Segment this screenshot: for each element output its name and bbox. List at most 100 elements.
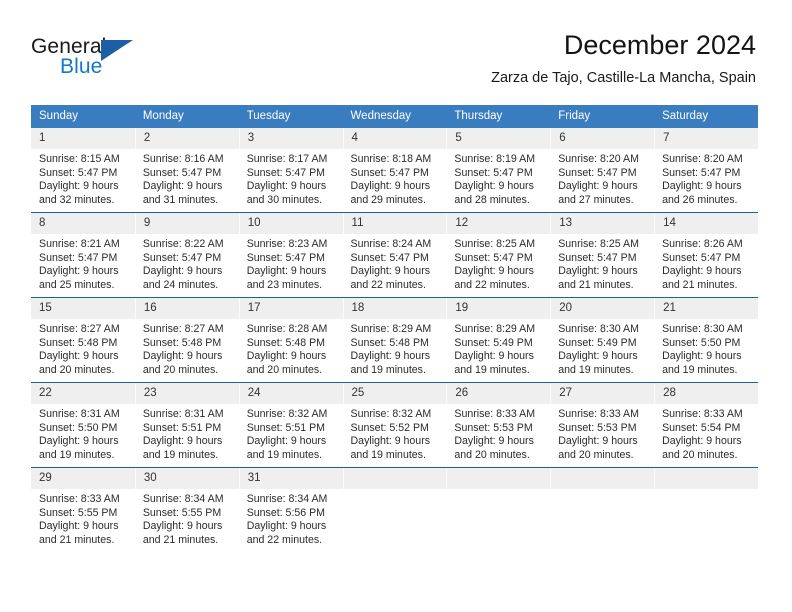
day-cell[interactable]: 13 Sunrise: 8:25 AM Sunset: 5:47 PM Dayligh… (550, 212, 655, 298)
week-row: 1 Sunrise: 8:15 AM Sunset: 5:47 PM Daylight… (31, 128, 758, 213)
sunset-text: Sunset: 5:47 PM (662, 251, 741, 264)
logo-text-blue: Blue (60, 55, 103, 78)
day-number: 18 (342, 298, 447, 319)
day-number: 6 (550, 128, 655, 149)
day-details: Sunrise: 8:22 AM Sunset: 5:47 PM Daylight:… (135, 234, 239, 292)
daylight-text-line1: Daylight: 9 hours (662, 435, 742, 448)
sunset-text: Sunset: 5:49 PM (558, 336, 637, 349)
page-title: December 2024 (563, 30, 756, 60)
sunset-text: Sunset: 5:47 PM (246, 251, 326, 264)
daylight-text-line1: Daylight: 9 hours (662, 180, 742, 193)
sunset-text: Sunset: 5:47 PM (454, 166, 533, 179)
page-header: General Blue December 2024 Zarza de Tajo… (0, 0, 792, 104)
day-cell[interactable]: 16 Sunrise: 8:27 AM Sunset: 5:48 PM Dayligh… (134, 297, 239, 383)
day-number: 8 (31, 213, 135, 234)
day-cell[interactable]: 17 Sunrise: 8:28 AM Sunset: 5:48 PM Dayligh… (238, 297, 343, 383)
daylight-text-line2: and 21 minutes. (39, 533, 115, 546)
day-cell[interactable]: 29 Sunrise: 8:33 AM Sunset: 5:55 PM Dayligh… (31, 467, 135, 552)
day-cell[interactable]: 12 Sunrise: 8:25 AM Sunset: 5:47 PM Dayligh… (446, 212, 551, 298)
day-details: Sunrise: 8:31 AM Sunset: 5:51 PM Daylight:… (135, 404, 239, 462)
day-cell[interactable]: 30 Sunrise: 8:34 AM Sunset: 5:55 PM Dayligh… (134, 467, 239, 552)
day-details: Sunrise: 8:27 AM Sunset: 5:48 PM Daylight:… (31, 319, 135, 377)
day-number: 7 (654, 128, 758, 149)
day-cell[interactable]: 19 Sunrise: 8:29 AM Sunset: 5:49 PM Dayligh… (446, 297, 551, 383)
day-cell[interactable]: 28 Sunrise: 8:33 AM Sunset: 5:54 PM Dayligh… (654, 382, 758, 468)
day-cell[interactable]: 27 Sunrise: 8:33 AM Sunset: 5:53 PM Dayligh… (550, 382, 655, 468)
week-row: 29 Sunrise: 8:33 AM Sunset: 5:55 PM Dayligh… (31, 467, 758, 552)
day-number: 23 (134, 383, 239, 404)
sunrise-text: Sunrise: 8:27 AM (39, 323, 120, 335)
day-cell[interactable]: 3 Sunrise: 8:17 AM Sunset: 5:47 PM Daylight… (238, 128, 343, 213)
triangle-logo-icon (101, 40, 133, 61)
day-number (654, 468, 758, 489)
daylight-text-line1: Daylight: 9 hours (350, 350, 431, 363)
weekday-header-thursday: Thursday (446, 105, 551, 128)
daylight-text-line2: and 21 minutes. (662, 278, 738, 291)
daylight-text-line2: and 22 minutes. (246, 533, 323, 546)
day-number (446, 468, 551, 489)
day-cell[interactable]: 10 Sunrise: 8:23 AM Sunset: 5:47 PM Dayligh… (238, 212, 343, 298)
day-cell[interactable]: 24 Sunrise: 8:32 AM Sunset: 5:51 PM Dayligh… (238, 382, 343, 468)
daylight-text-line2: and 19 minutes. (350, 448, 426, 461)
day-number (550, 468, 655, 489)
day-details: Sunrise: 8:25 AM Sunset: 5:47 PM Daylight:… (550, 234, 654, 292)
day-cell[interactable]: 14 Sunrise: 8:26 AM Sunset: 5:47 PM Dayligh… (654, 212, 758, 298)
daylight-text-line1: Daylight: 9 hours (39, 350, 119, 363)
daylight-text-line2: and 27 minutes. (558, 193, 634, 206)
day-details (654, 489, 758, 493)
title-block: December 2024 Zarza de Tajo, Castille-La… (491, 28, 756, 88)
day-details: Sunrise: 8:29 AM Sunset: 5:48 PM Daylight:… (343, 319, 447, 377)
sunrise-text: Sunrise: 8:27 AM (142, 323, 224, 335)
day-cell[interactable]: 31 Sunrise: 8:34 AM Sunset: 5:56 PM Dayligh… (238, 467, 343, 552)
sunset-text: Sunset: 5:49 PM (454, 336, 533, 349)
day-cell[interactable]: 8 Sunrise: 8:21 AM Sunset: 5:47 PM Daylight… (31, 212, 135, 298)
day-cell[interactable]: 26 Sunrise: 8:33 AM Sunset: 5:53 PM Dayligh… (446, 382, 551, 468)
sunset-text: Sunset: 5:50 PM (662, 336, 741, 349)
day-cell[interactable]: 7 Sunrise: 8:20 AM Sunset: 5:47 PM Daylight… (654, 128, 758, 213)
sunset-text: Sunset: 5:47 PM (246, 166, 326, 179)
day-cell[interactable]: 5 Sunrise: 8:19 AM Sunset: 5:47 PM Daylight… (446, 128, 551, 213)
sunrise-text: Sunrise: 8:18 AM (350, 153, 432, 165)
sunset-text: Sunset: 5:51 PM (246, 421, 326, 434)
general-blue-logo[interactable]: General Blue (31, 36, 171, 88)
daylight-text-line1: Daylight: 9 hours (558, 265, 638, 278)
sunrise-text: Sunrise: 8:29 AM (454, 323, 536, 335)
sunrise-text: Sunrise: 8:23 AM (246, 238, 328, 250)
day-number: 20 (550, 298, 655, 319)
sunset-text: Sunset: 5:48 PM (39, 336, 118, 349)
day-cell[interactable]: 6 Sunrise: 8:20 AM Sunset: 5:47 PM Daylight… (550, 128, 655, 213)
sunset-text: Sunset: 5:47 PM (454, 251, 533, 264)
daylight-text-line1: Daylight: 9 hours (39, 180, 119, 193)
day-number: 1 (31, 128, 135, 149)
sunrise-text: Sunrise: 8:33 AM (662, 408, 743, 420)
daylight-text-line2: and 19 minutes. (246, 448, 323, 461)
sunrise-text: Sunrise: 8:24 AM (350, 238, 432, 250)
day-details: Sunrise: 8:31 AM Sunset: 5:50 PM Daylight:… (31, 404, 135, 462)
sunrise-text: Sunrise: 8:30 AM (558, 323, 639, 335)
day-cell[interactable]: 2 Sunrise: 8:16 AM Sunset: 5:47 PM Daylight… (134, 128, 239, 213)
sunset-text: Sunset: 5:47 PM (39, 251, 118, 264)
sunrise-text: Sunrise: 8:33 AM (454, 408, 536, 420)
day-cell[interactable]: 18 Sunrise: 8:29 AM Sunset: 5:48 PM Dayligh… (342, 297, 447, 383)
daylight-text-line2: and 21 minutes. (558, 278, 634, 291)
day-cell[interactable]: 1 Sunrise: 8:15 AM Sunset: 5:47 PM Daylight… (31, 128, 135, 213)
sunset-text: Sunset: 5:47 PM (558, 251, 637, 264)
sunset-text: Sunset: 5:54 PM (662, 421, 741, 434)
daylight-text-line1: Daylight: 9 hours (142, 435, 223, 448)
day-cell[interactable]: 15 Sunrise: 8:27 AM Sunset: 5:48 PM Dayligh… (31, 297, 135, 383)
sunrise-text: Sunrise: 8:31 AM (142, 408, 224, 420)
day-cell[interactable]: 9 Sunrise: 8:22 AM Sunset: 5:47 PM Daylight… (134, 212, 239, 298)
day-details: Sunrise: 8:15 AM Sunset: 5:47 PM Daylight:… (31, 149, 135, 207)
daylight-text-line1: Daylight: 9 hours (350, 180, 431, 193)
day-cell[interactable]: 23 Sunrise: 8:31 AM Sunset: 5:51 PM Dayligh… (134, 382, 239, 468)
day-cell[interactable]: 25 Sunrise: 8:32 AM Sunset: 5:52 PM Dayligh… (342, 382, 447, 468)
day-cell[interactable]: 4 Sunrise: 8:18 AM Sunset: 5:47 PM Daylight… (342, 128, 447, 213)
day-cell[interactable]: 21 Sunrise: 8:30 AM Sunset: 5:50 PM Dayligh… (654, 297, 758, 383)
day-number: 15 (31, 298, 135, 319)
daylight-text-line2: and 25 minutes. (39, 278, 115, 291)
day-cell[interactable]: 11 Sunrise: 8:24 AM Sunset: 5:47 PM Dayligh… (342, 212, 447, 298)
day-cell[interactable]: 22 Sunrise: 8:31 AM Sunset: 5:50 PM Dayligh… (31, 382, 135, 468)
daylight-text-line1: Daylight: 9 hours (454, 435, 534, 448)
week-row: 8 Sunrise: 8:21 AM Sunset: 5:47 PM Daylight… (31, 212, 758, 298)
day-cell[interactable]: 20 Sunrise: 8:30 AM Sunset: 5:49 PM Dayligh… (550, 297, 655, 383)
